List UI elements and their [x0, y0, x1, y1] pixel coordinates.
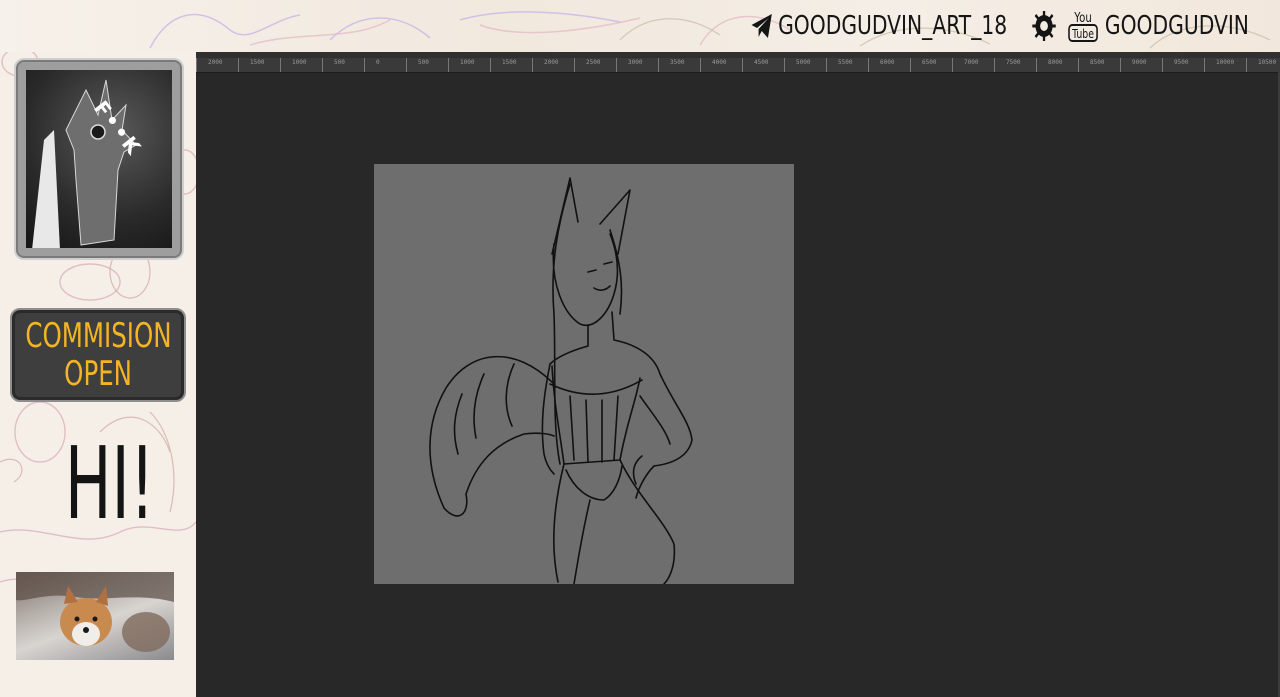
ruler-label: 7500 [1006, 59, 1021, 66]
ruler-label: 4500 [754, 59, 769, 66]
ruler-label: 10500 [1258, 59, 1277, 66]
ruler-label: 9000 [1132, 59, 1147, 66]
ruler-label: 2000 [544, 59, 559, 66]
ruler-label: 1500 [250, 59, 265, 66]
avatar-image: F••K [26, 70, 172, 248]
ruler-label: 0 [376, 59, 380, 66]
ruler-ticks [196, 58, 1280, 72]
youtube-handle: GOODGUDVIN [1104, 11, 1249, 41]
horizontal-ruler[interactable]: 2000 1500 1000 500 0 500 1000 1500 2000 2500 3000 3… [196, 58, 1280, 73]
ruler-label: 2000 [208, 59, 223, 66]
ruler-label: 1500 [502, 59, 517, 66]
foxgirl-lineart-sketch [429, 177, 693, 585]
ruler-label: 4000 [712, 59, 727, 66]
ruler-label: 1000 [292, 59, 307, 66]
ruler-label: 10000 [1216, 59, 1235, 66]
paw-splat-icon [1032, 11, 1056, 41]
telegram-link[interactable]: GOODGUDVIN_ART_18 [750, 9, 1007, 43]
ruler-label: 8000 [1048, 59, 1063, 66]
ruler-label: 9500 [1174, 59, 1189, 66]
youtube-icon-bottom: Tube [1071, 27, 1094, 41]
ruler-label: 500 [334, 59, 345, 66]
ruler-label: 7000 [964, 59, 979, 66]
greeting-text: HI! [64, 425, 155, 542]
ruler-label: 8500 [1090, 59, 1105, 66]
commission-line2: OPEN [64, 354, 132, 394]
drawing-workspace[interactable]: 2000 1500 1000 500 0 500 1000 1500 2000 2500 3000 3… [196, 52, 1280, 697]
ruler-label: 3500 [670, 59, 685, 66]
document-canvas[interactable] [374, 164, 794, 585]
ruler-label: 500 [418, 59, 429, 66]
youtube-icon: You Tube [1068, 10, 1098, 42]
webcam-fox-image [16, 572, 174, 660]
commission-open-badge: COMMISION OPEN [10, 308, 186, 402]
ruler-label: 5500 [838, 59, 853, 66]
fox-photo [16, 572, 174, 652]
streamer-avatar: F••K [14, 58, 184, 260]
youtube-icon-top: You [1073, 10, 1091, 26]
ruler-label: 1000 [460, 59, 475, 66]
ruler-label: 6500 [922, 59, 937, 66]
ruler-label: 6000 [880, 59, 895, 66]
commission-line1: COMMISION [24, 316, 172, 356]
telegram-icon [751, 14, 772, 38]
ruler-label: 3000 [628, 59, 643, 66]
top-banner: GOODGUDVIN_ART_18 You Tube GOODGUDVIN [0, 0, 1280, 52]
stream-sidebar: F••K COMMISION OPEN HI! [0, 52, 196, 697]
ruler-label: 2500 [586, 59, 601, 66]
avatar-creature-art [32, 79, 137, 248]
telegram-handle: GOODGUDVIN_ART_18 [778, 11, 1008, 41]
youtube-link[interactable]: You Tube GOODGUDVIN [1030, 9, 1249, 43]
ruler-label: 5000 [796, 59, 811, 66]
